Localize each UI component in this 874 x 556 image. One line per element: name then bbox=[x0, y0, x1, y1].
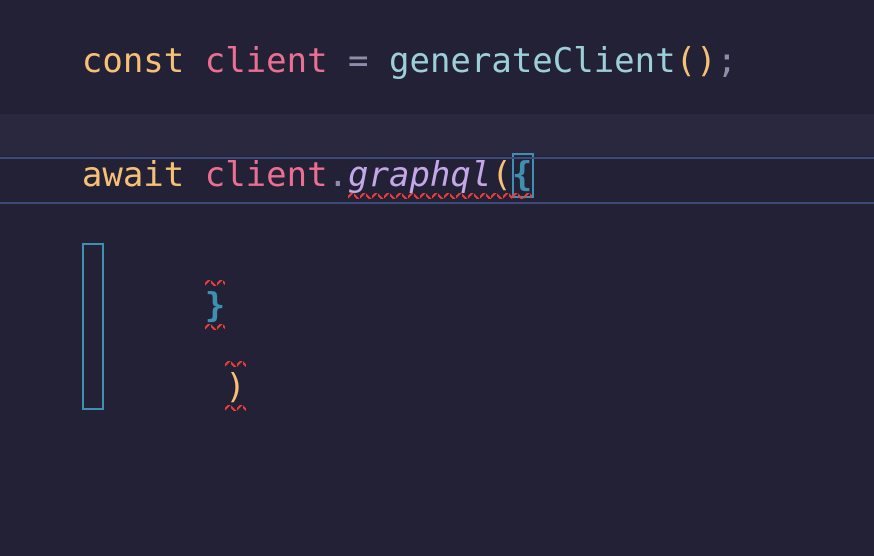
method-graphql: graphql bbox=[348, 155, 491, 195]
code-line-blank[interactable] bbox=[0, 42, 874, 84]
code-editor[interactable]: const client = generateClient(); await c… bbox=[0, 0, 874, 556]
operator-dot: . bbox=[328, 155, 348, 195]
paren-close: ) bbox=[225, 367, 245, 407]
code-line[interactable]: } ) bbox=[0, 204, 874, 246]
identifier-client: client bbox=[205, 155, 328, 195]
code-line-current[interactable]: await client.graphql({ bbox=[0, 114, 874, 156]
paren-open: ( bbox=[491, 155, 511, 195]
matching-brace: } bbox=[82, 245, 225, 408]
cursor: { bbox=[512, 155, 532, 196]
brace-close: } bbox=[205, 286, 225, 326]
space bbox=[184, 155, 204, 195]
code-line-blank[interactable] bbox=[0, 84, 874, 114]
brace-open: { bbox=[512, 155, 532, 195]
code-line[interactable]: const client = generateClient(); bbox=[0, 0, 874, 42]
keyword-await: await bbox=[82, 155, 184, 195]
